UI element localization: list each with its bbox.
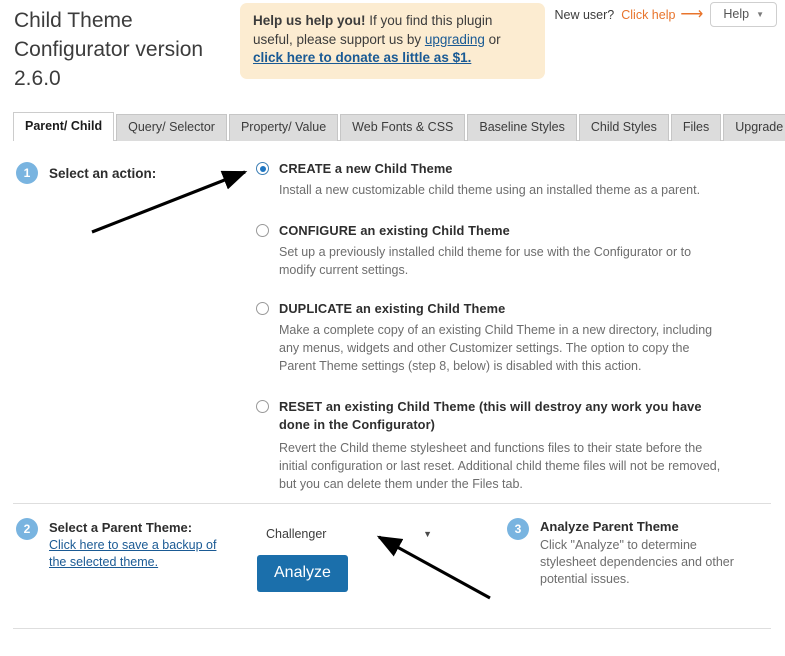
option-desc-reset: Revert the Child theme stylesheet and fu…	[279, 441, 721, 491]
section-divider-top	[13, 503, 771, 504]
page-header: Child Theme Configurator version 2.6.0 H…	[0, 0, 785, 105]
step-3-desc: Click "Analyze" to determine stylesheet …	[540, 538, 734, 586]
option-desc-create: Install a new customizable child theme u…	[279, 183, 701, 197]
new-user-help-area: New user? Click help ⟶ Help ▼	[554, 2, 777, 27]
arrow-right-icon: ⟶	[680, 5, 704, 23]
step-1-badge: 1	[16, 162, 38, 184]
radio-configure-existing-child-theme[interactable]	[256, 224, 269, 237]
option-create-new-child-theme[interactable]: CREATE a new Child Theme Install a new c…	[256, 160, 728, 199]
step-1-header: 1 Select an action:	[16, 162, 156, 184]
theme-select-dropdown[interactable]: Challenger ▼	[266, 527, 432, 541]
save-backup-link[interactable]: Click here to save a backup of the selec…	[49, 537, 229, 571]
tab-upgrade[interactable]: Upgrade	[723, 114, 785, 141]
chevron-down-icon: ▼	[756, 9, 764, 19]
step-3-block: 3 Analyze Parent Theme Click "Analyze" t…	[507, 518, 757, 588]
step-2-title: Select a Parent Theme:	[49, 520, 193, 535]
tab-web-fonts-css[interactable]: Web Fonts & CSS	[340, 114, 466, 141]
click-help-link[interactable]: Click help	[621, 8, 675, 22]
radio-create-new-child-theme[interactable]	[256, 162, 269, 175]
tab-bar: Parent/ Child Query/ Selector Property/ Va…	[13, 112, 785, 141]
option-title-configure: CONFIGURE an existing Child Theme	[279, 223, 510, 238]
new-user-label: New user?	[554, 7, 615, 22]
parent-theme-section: 2 Select a Parent Theme: Click here to s…	[0, 505, 785, 625]
radio-reset-existing-child-theme[interactable]	[256, 400, 269, 413]
tab-parent-child[interactable]: Parent/ Child	[13, 112, 115, 141]
option-title-duplicate: DUPLICATE an existing Child Theme	[279, 301, 506, 316]
tab-baseline-styles[interactable]: Baseline Styles	[467, 114, 577, 141]
upgrading-link[interactable]: upgrading	[425, 32, 485, 47]
help-notice-strong: Help us help you!	[253, 13, 366, 28]
donate-link[interactable]: click here to donate as little as $1.	[253, 50, 471, 65]
chevron-down-icon: ▼	[423, 529, 432, 539]
option-reset-existing-child-theme[interactable]: RESET an existing Child Theme (this will…	[256, 398, 728, 493]
option-title-create: CREATE a new Child Theme	[279, 161, 453, 176]
tab-child-styles[interactable]: Child Styles	[578, 114, 669, 141]
help-button[interactable]: Help ▼	[710, 2, 777, 27]
option-desc-duplicate: Make a complete copy of an existing Chil…	[279, 323, 713, 373]
analyze-button[interactable]: Analyze	[257, 555, 348, 592]
help-notice-banner: Help us help you! If you find this plugi…	[240, 3, 545, 79]
option-duplicate-existing-child-theme[interactable]: DUPLICATE an existing Child Theme Make a…	[256, 300, 728, 375]
page-title: Child Theme Configurator version 2.6.0	[14, 9, 204, 90]
step-1-label: Select an action:	[49, 165, 157, 181]
section-divider-bottom	[13, 628, 771, 629]
step-3-title: Analyze Parent Theme	[540, 519, 679, 534]
tab-query-selector[interactable]: Query/ Selector	[116, 114, 227, 141]
select-action-section: 1 Select an action: CREATE a new Child T…	[0, 150, 785, 495]
help-button-label: Help	[723, 7, 750, 21]
tab-property-value[interactable]: Property/ Value	[228, 114, 339, 141]
tab-files[interactable]: Files	[670, 114, 722, 141]
option-desc-configure: Set up a previously installed child them…	[279, 245, 692, 277]
step-3-badge: 3	[507, 518, 529, 540]
radio-duplicate-existing-child-theme[interactable]	[256, 302, 269, 315]
step-2-block: 2 Select a Parent Theme: Click here to s…	[16, 518, 246, 571]
option-title-reset: RESET an existing Child Theme (this will…	[279, 399, 702, 432]
step-2-badge: 2	[16, 518, 38, 540]
theme-select-value: Challenger	[266, 527, 327, 541]
option-configure-existing-child-theme[interactable]: CONFIGURE an existing Child Theme Set up…	[256, 222, 728, 279]
help-notice-text-2: or	[484, 31, 501, 47]
